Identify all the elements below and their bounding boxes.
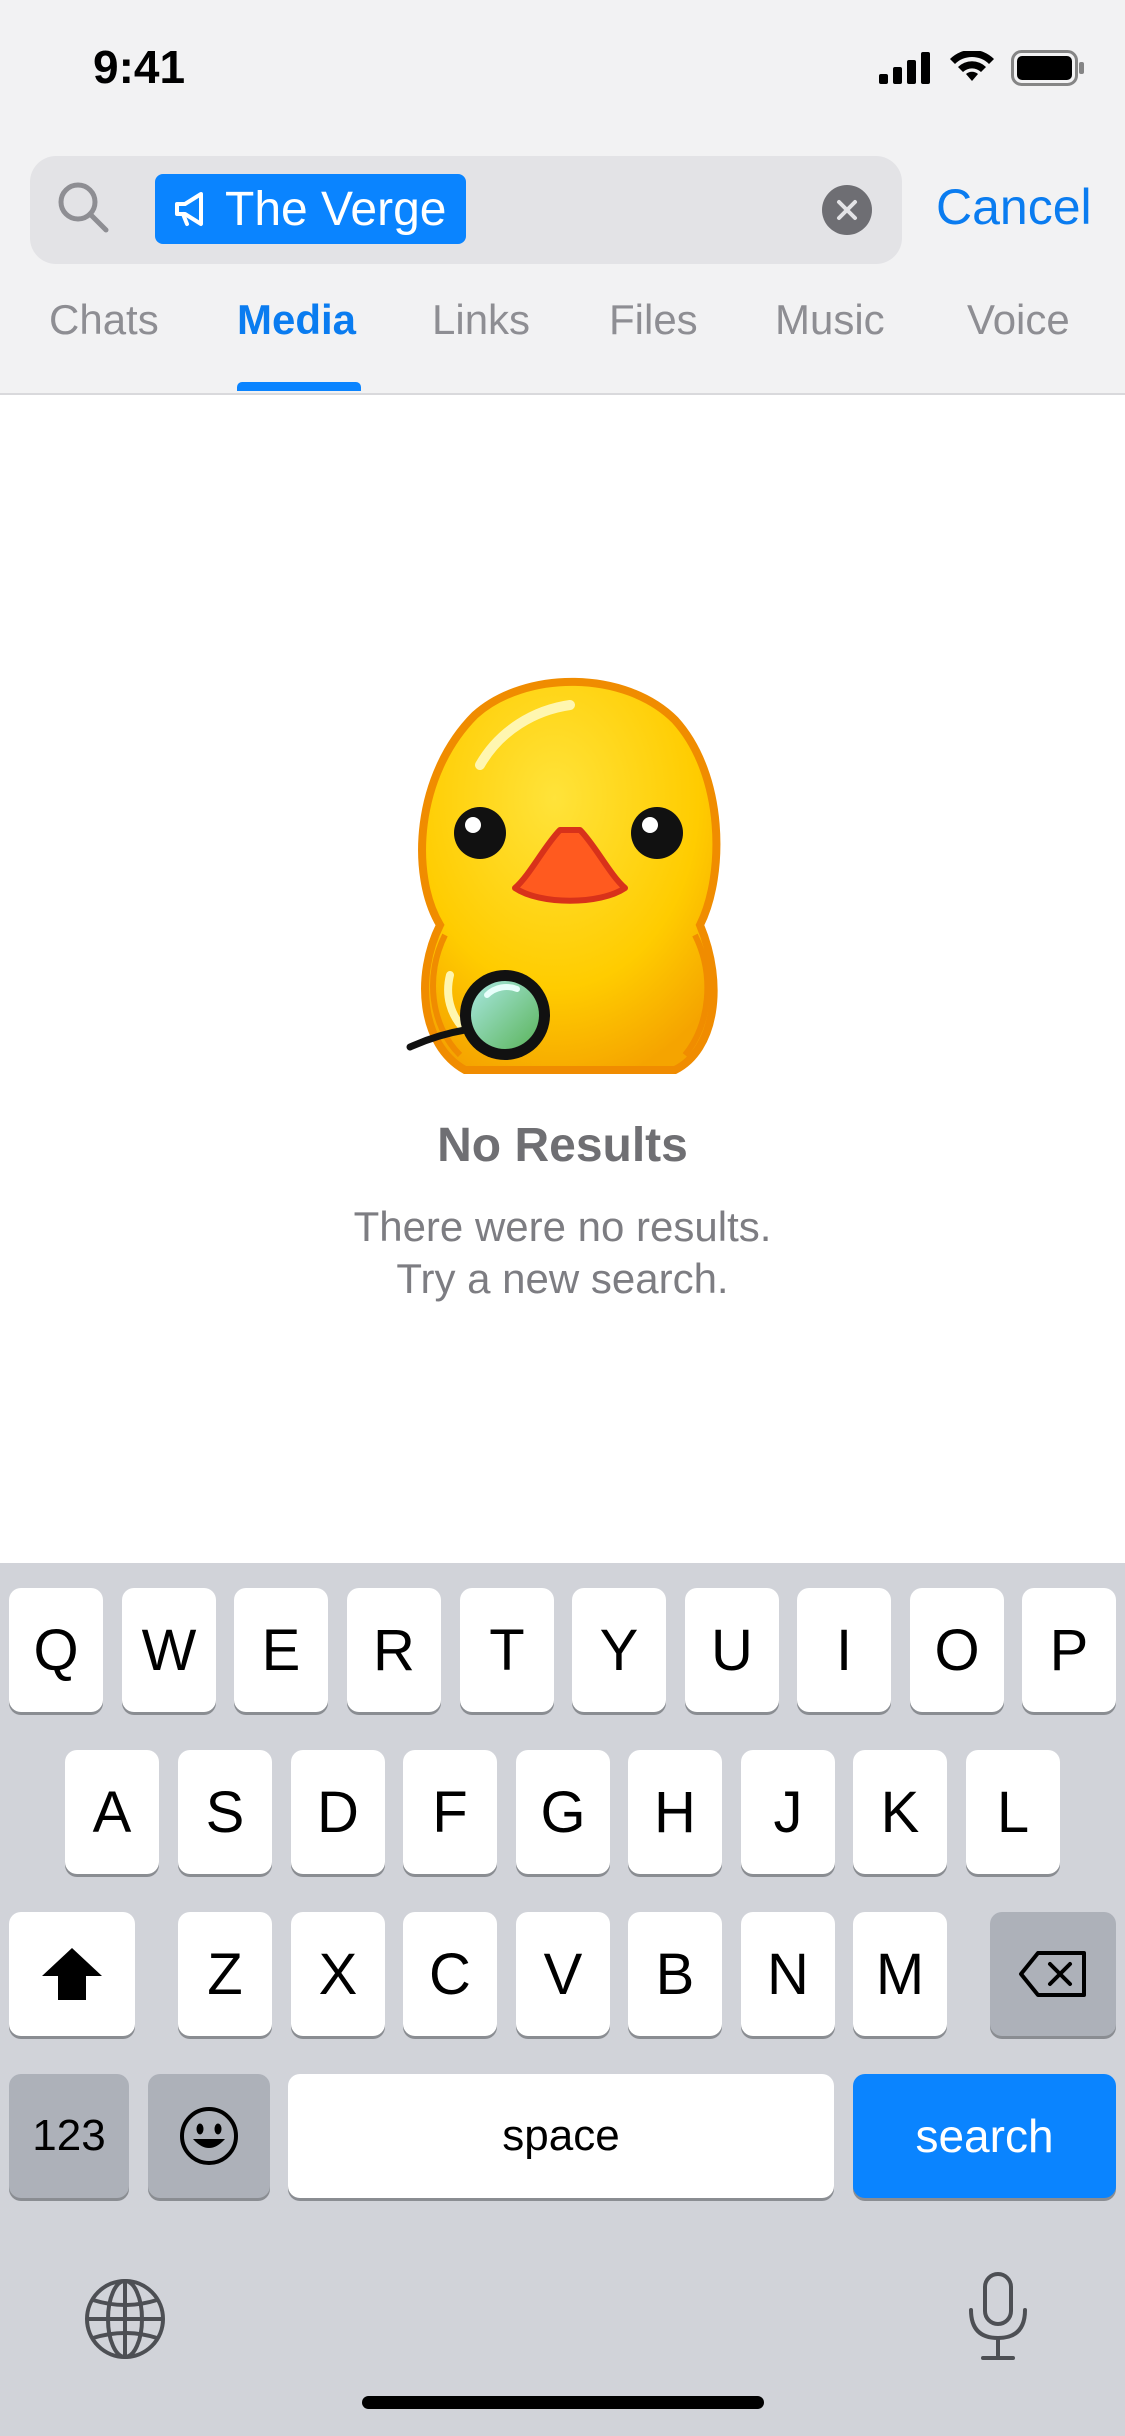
key-g[interactable]: G [516,1750,610,1874]
key-u[interactable]: U [685,1588,779,1712]
search-header: 9:41 The Verge Cancel Chats Media Links … [0,0,1125,395]
clear-button[interactable] [822,185,872,235]
search-tabs: Chats Media Links Files Music Voice [0,296,1125,393]
key-e[interactable]: E [234,1588,328,1712]
home-indicator[interactable] [362,2396,764,2409]
emoji-icon [180,2107,238,2165]
tab-voice[interactable]: Voice [967,296,1070,344]
search-field[interactable]: The Verge [30,156,902,264]
key-y[interactable]: Y [572,1588,666,1712]
tab-chats[interactable]: Chats [49,296,159,344]
key-k[interactable]: K [853,1750,947,1874]
cancel-button[interactable]: Cancel [936,178,1092,236]
duck-sticker [406,677,721,1074]
key-o[interactable]: O [910,1588,1004,1712]
emoji-key[interactable] [148,2074,270,2198]
key-a[interactable]: A [65,1750,159,1874]
backspace-icon [1019,1951,1086,1997]
empty-title: No Results [437,1119,688,1172]
key-d[interactable]: D [291,1750,385,1874]
tab-files[interactable]: Files [609,296,698,344]
globe-icon[interactable] [82,2276,168,2362]
clear-icon [837,200,857,220]
space-key[interactable]: space [288,2074,834,2198]
key-b[interactable]: B [628,1912,722,2036]
search-token[interactable]: The Verge [155,174,467,244]
numbers-key[interactable]: 123 [9,2074,129,2198]
battery-icon [1011,50,1084,86]
key-c[interactable]: C [403,1912,497,2036]
key-i[interactable]: I [797,1588,891,1712]
status-time: 9:41 [93,41,186,93]
empty-message-line2: Try a new search. [396,1255,729,1302]
wifi-icon [950,51,994,81]
key-q[interactable]: Q [9,1588,103,1712]
microphone-icon[interactable] [963,2270,1033,2362]
key-m[interactable]: M [853,1912,947,2036]
search-key[interactable]: search [853,2074,1116,2198]
key-f[interactable]: F [403,1750,497,1874]
key-x[interactable]: X [291,1912,385,2036]
megaphone-icon [175,192,203,226]
shift-key[interactable] [9,1912,135,2036]
empty-message-line1: There were no results. [353,1203,772,1250]
tab-music[interactable]: Music [775,296,885,344]
tab-links[interactable]: Links [432,296,530,344]
key-h[interactable]: H [628,1750,722,1874]
key-p[interactable]: P [1022,1588,1116,1712]
status-icons [879,48,1085,88]
backspace-key[interactable] [990,1912,1116,2036]
shift-icon [42,1948,102,2000]
tab-media[interactable]: Media [237,296,356,344]
key-t[interactable]: T [460,1588,554,1712]
key-z[interactable]: Z [178,1912,272,2036]
key-v[interactable]: V [516,1912,610,2036]
signal-icon [879,52,930,84]
key-n[interactable]: N [741,1912,835,2036]
key-w[interactable]: W [122,1588,216,1712]
search-token-label: The Verge [225,182,447,236]
search-icon [58,182,109,233]
active-tab-indicator [237,382,361,391]
key-s[interactable]: S [178,1750,272,1874]
key-l[interactable]: L [966,1750,1060,1874]
key-j[interactable]: J [741,1750,835,1874]
key-r[interactable]: R [347,1588,441,1712]
